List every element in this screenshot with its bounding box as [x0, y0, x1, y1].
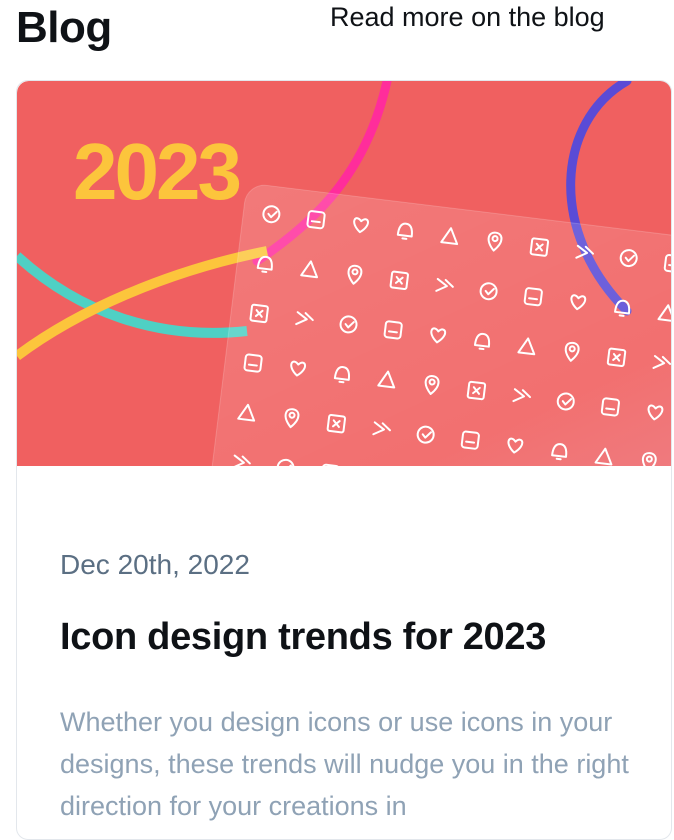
post-excerpt: Whether you design icons or use icons in…	[60, 707, 629, 821]
post-title[interactable]: Icon design trends for 2023	[60, 616, 546, 659]
blog-post-card[interactable]: 2023 Dec 20th, 2022 Icon design trends f…	[16, 80, 672, 840]
post-date: Dec 20th, 2022	[60, 549, 250, 580]
section-title: Blog	[16, 3, 112, 52]
read-more-link[interactable]: Read more on the blog	[330, 2, 605, 33]
hero-year-text: 2023	[73, 127, 239, 216]
post-hero-image[interactable]: 2023	[17, 81, 671, 466]
blog-header: Blog Read more on the blog	[0, 0, 674, 70]
hero-illustration: 2023	[17, 81, 671, 466]
